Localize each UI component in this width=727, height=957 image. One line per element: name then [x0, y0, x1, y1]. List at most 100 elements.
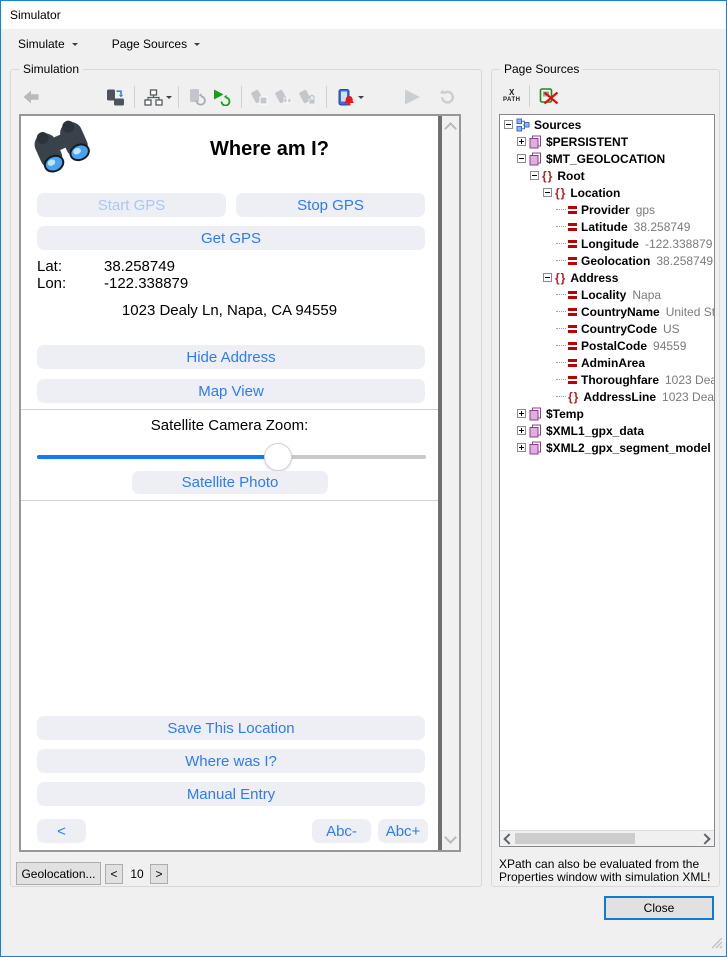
geolocation-page-button[interactable]: Geolocation... — [16, 862, 101, 885]
xpath-evaluate-icon[interactable]: X PATH — [500, 83, 523, 109]
satellite-photo-button[interactable]: Satellite Photo — [132, 471, 328, 494]
latitude-value: 38.258749 — [104, 258, 175, 275]
tree-node-sources[interactable]: Sources — [500, 116, 714, 133]
tree-connector — [556, 379, 566, 381]
tree-node-label: Latitude — [581, 220, 628, 234]
scroll-down-icon[interactable] — [444, 831, 457, 844]
tree-node-provider[interactable]: Providergps — [500, 201, 714, 218]
phone-back-button[interactable]: < — [37, 819, 86, 843]
tree-node-value: United Stat — [666, 305, 714, 319]
tree-node-value: 38.258749 -1 — [656, 254, 714, 268]
clear-source-data-icon[interactable] — [536, 83, 563, 109]
tree-node--xml1-gpx-data[interactable]: $XML1_gpx_data — [500, 422, 714, 439]
expand-toggle-icon[interactable] — [517, 426, 526, 435]
resize-grip[interactable] — [711, 936, 723, 954]
stop-gps-button[interactable]: Stop GPS — [236, 193, 425, 217]
save-state-icon[interactable] — [296, 84, 320, 110]
page-map-icon[interactable] — [141, 84, 166, 110]
page-sources-group: Page Sources X PATH Sources$PERSISTENT$M… — [491, 69, 720, 887]
next-page-button[interactable]: > — [150, 864, 168, 884]
run-simulation-icon[interactable] — [209, 84, 235, 110]
collapse-toggle-icon[interactable] — [543, 273, 552, 282]
zoom-slider-thumb[interactable] — [264, 443, 292, 471]
chevron-down-icon[interactable] — [358, 96, 364, 102]
scrollbar-thumb[interactable] — [515, 833, 635, 844]
close-button[interactable]: Close — [604, 896, 714, 920]
phone-scrollbar[interactable] — [438, 116, 459, 850]
chevron-down-icon — [194, 43, 200, 49]
stop-simulation-icon[interactable] — [248, 84, 272, 110]
tree-node-label: $PERSISTENT — [546, 135, 628, 149]
menu-simulate[interactable]: Simulate — [14, 33, 82, 55]
tree-node-thoroughfare[interactable]: Thoroughfare1023 Dealy — [500, 371, 714, 388]
tree-node-geolocation[interactable]: Geolocation38.258749 -1 — [500, 252, 714, 269]
prev-page-button[interactable]: < — [105, 864, 123, 884]
collapse-toggle-icon[interactable] — [517, 154, 526, 163]
tree-node-address[interactable]: {}Address — [500, 269, 714, 286]
tree-node--xml2-gpx-segment-model[interactable]: $XML2_gpx_segment_model — [500, 439, 714, 456]
attribute-icon — [568, 324, 577, 333]
scroll-left-icon[interactable] — [503, 833, 514, 844]
expand-toggle-icon[interactable] — [517, 443, 526, 452]
start-gps-button[interactable]: Start GPS — [37, 193, 226, 217]
manual-entry-button[interactable]: Manual Entry — [37, 782, 425, 806]
tree-node-latitude[interactable]: Latitude38.258749 — [500, 218, 714, 235]
page-sources-group-label: Page Sources — [500, 62, 583, 76]
back-icon[interactable] — [19, 84, 43, 110]
where-was-i-button[interactable]: Where was I? — [37, 749, 425, 773]
scroll-right-icon[interactable] — [699, 833, 710, 844]
hide-address-button[interactable]: Hide Address — [37, 345, 425, 369]
notifications-icon[interactable] — [333, 84, 358, 110]
attribute-icon — [568, 307, 577, 316]
tree-node-addressline[interactable]: {}AddressLine1023 Dealy L — [500, 388, 714, 405]
font-smaller-button[interactable]: Abc- — [312, 819, 371, 843]
reload-page-icon[interactable] — [185, 84, 209, 110]
divider — [21, 409, 438, 410]
longitude-value: -122.338879 — [104, 275, 188, 292]
phone-simulation-view: Where am I? Start GPS Stop GPS Get GPS L… — [19, 114, 461, 852]
tree-node-root[interactable]: {}Root — [500, 167, 714, 184]
tree-node--temp[interactable]: $Temp — [500, 405, 714, 422]
page-icon — [529, 135, 542, 149]
app-title: Where am I? — [101, 138, 438, 161]
get-gps-button[interactable]: Get GPS — [37, 226, 425, 250]
tree-node--persistent[interactable]: $PERSISTENT — [500, 133, 714, 150]
rotate-device-icon[interactable] — [103, 84, 128, 110]
tree-node-longitude[interactable]: Longitude-122.338879 — [500, 235, 714, 252]
tree-node-label: PostalCode — [581, 339, 647, 353]
expand-toggle-icon[interactable] — [517, 409, 526, 418]
divider — [21, 500, 438, 501]
map-view-button[interactable]: Map View — [37, 379, 425, 403]
menu-page-sources[interactable]: Page Sources — [108, 33, 204, 55]
tree-node--mt-geolocation[interactable]: $MT_GEOLOCATION — [500, 150, 714, 167]
tree-connector — [556, 243, 566, 245]
collapse-toggle-icon[interactable] — [530, 171, 539, 180]
tree-node-label: Longitude — [581, 237, 639, 251]
element-braces-icon: {} — [555, 186, 566, 200]
tree-node-locality[interactable]: LocalityNapa — [500, 286, 714, 303]
play-icon[interactable] — [398, 84, 426, 110]
tree-node-location[interactable]: {}Location — [500, 184, 714, 201]
longitude-label: Lon: — [37, 275, 104, 292]
window-title: Simulator — [10, 8, 61, 22]
element-braces-icon: {} — [542, 169, 553, 183]
tree-node-label: CountryName — [581, 305, 660, 319]
tree-node-adminarea[interactable]: AdminArea — [500, 354, 714, 371]
tree-node-countryname[interactable]: CountryName United Stat — [500, 303, 714, 320]
element-braces-icon: {} — [568, 390, 579, 404]
expand-toggle-icon[interactable] — [517, 137, 526, 146]
continue-simulation-icon[interactable] — [272, 84, 296, 110]
save-location-button[interactable]: Save This Location — [37, 716, 425, 740]
tree-horizontal-scrollbar[interactable] — [500, 830, 714, 846]
chevron-down-icon[interactable] — [166, 96, 172, 102]
tree-node-value: US — [663, 322, 680, 336]
tree-node-postalcode[interactable]: PostalCode94559 — [500, 337, 714, 354]
tree-node-countrycode[interactable]: CountryCodeUS — [500, 320, 714, 337]
tree-node-value: 1023 Dealy — [665, 373, 714, 387]
font-larger-button[interactable]: Abc+ — [378, 819, 428, 843]
collapse-toggle-icon[interactable] — [543, 188, 552, 197]
collapse-toggle-icon[interactable] — [504, 120, 513, 129]
scroll-up-icon[interactable] — [444, 122, 457, 135]
reset-icon[interactable] — [434, 84, 459, 110]
phone-content: Where am I? Start GPS Stop GPS Get GPS L… — [21, 116, 438, 850]
